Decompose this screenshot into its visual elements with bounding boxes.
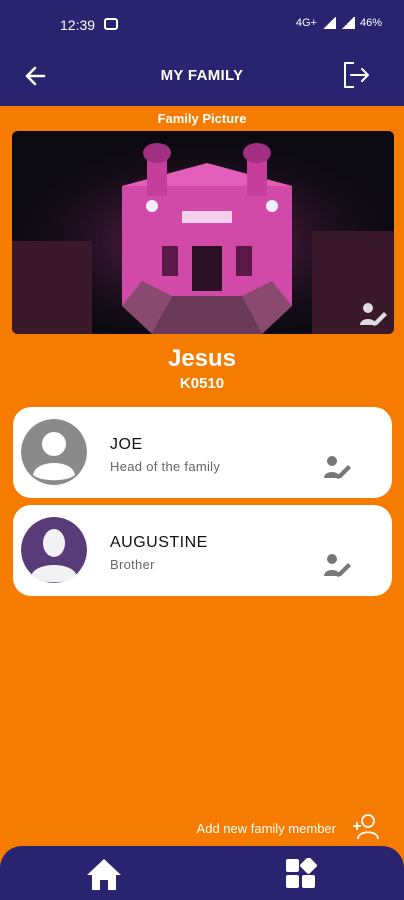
- battery-text: 46%: [359, 17, 382, 29]
- person-bust-icon: [21, 517, 87, 583]
- edit-picture-icon[interactable]: [358, 300, 388, 328]
- member-card[interactable]: AUGUSTINE Brother: [13, 505, 392, 596]
- family-picture-label: Family Picture: [157, 111, 247, 126]
- add-member-link[interactable]: Add new family member: [0, 821, 336, 836]
- avatar: [21, 517, 87, 583]
- status-bar: 12:39 4G+ 46%: [0, 0, 404, 50]
- dashboard-icon[interactable]: [285, 858, 317, 890]
- signal-icon: [321, 17, 336, 29]
- notification-icon: [104, 18, 118, 30]
- bottom-nav: [0, 846, 404, 900]
- app-bar: MY FAMILY: [0, 50, 404, 106]
- logout-icon[interactable]: [340, 59, 372, 91]
- member-role: Head of the family: [110, 459, 221, 474]
- family-code: K0510: [179, 375, 225, 392]
- signal-icon-2: [340, 17, 355, 29]
- status-icons: 4G+ 46%: [296, 17, 382, 29]
- member-name: JOE: [110, 436, 143, 453]
- add-person-icon[interactable]: [352, 812, 380, 840]
- person-placeholder-icon: [21, 419, 87, 485]
- status-time: 12:39: [60, 17, 96, 33]
- family-name: Jesus: [167, 345, 237, 372]
- home-icon[interactable]: [85, 857, 123, 891]
- network-label: 4G+: [295, 17, 317, 29]
- avatar: [21, 419, 87, 485]
- edit-member-icon[interactable]: [322, 453, 352, 481]
- member-role: Brother: [110, 557, 155, 572]
- member-card[interactable]: JOE Head of the family: [13, 407, 392, 498]
- church-image: [12, 131, 394, 334]
- family-picture[interactable]: [12, 131, 394, 334]
- member-name: AUGUSTINE: [110, 534, 208, 551]
- edit-member-icon[interactable]: [322, 551, 352, 579]
